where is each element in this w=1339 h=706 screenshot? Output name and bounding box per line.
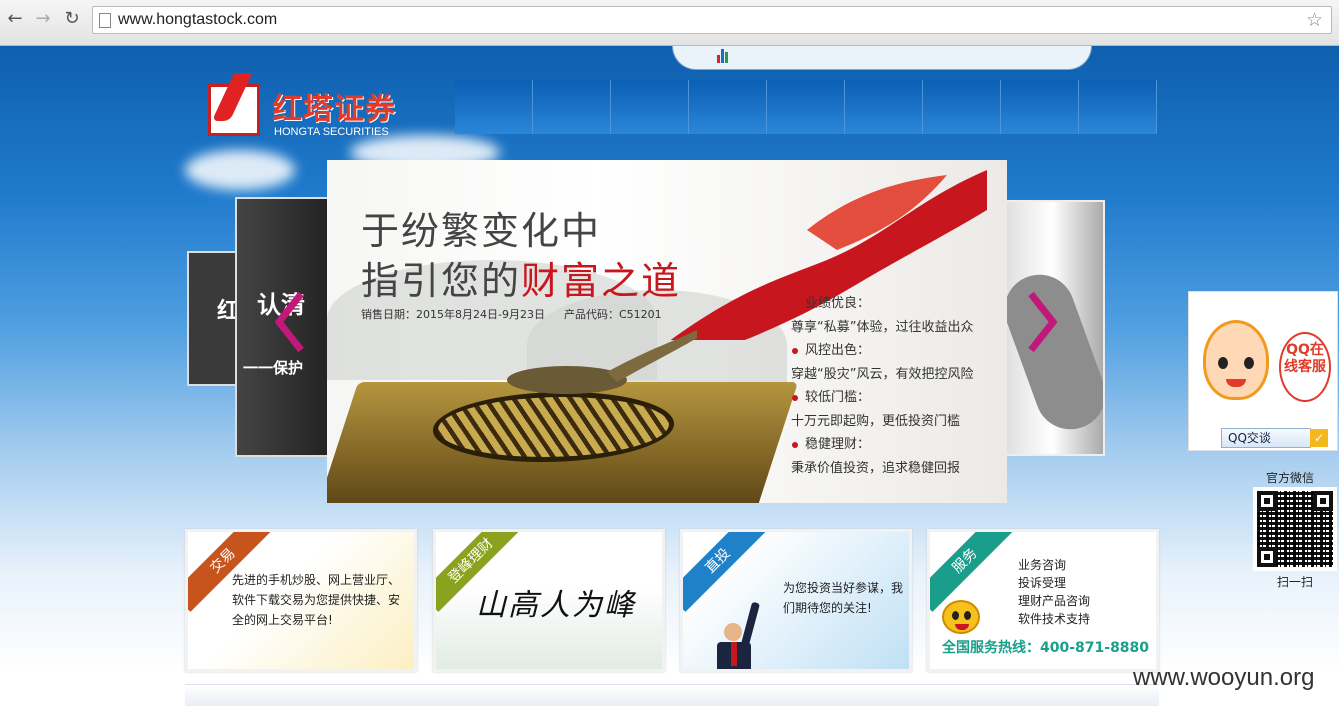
url-text[interactable]: www.hongtastock.com xyxy=(118,11,277,29)
main-nav xyxy=(455,80,1157,134)
card-description: 为您投资当好参谋，我们期待您的关注! xyxy=(783,581,904,615)
qq-bubble-text: QQ在线客服 xyxy=(1279,332,1331,402)
check-icon: ✓ xyxy=(1310,429,1328,447)
businessman-image xyxy=(717,602,760,669)
service-item[interactable]: 业务咨询 xyxy=(1018,556,1090,574)
card-investment[interactable]: 直投 为您投资当好参谋，我们期待您的关注! xyxy=(680,529,912,672)
service-hotline: 全国服务热线：400-871-8880 xyxy=(942,640,1150,656)
chart-icon xyxy=(717,49,729,63)
nav-item[interactable] xyxy=(611,80,689,134)
back-icon[interactable]: ← xyxy=(4,8,26,30)
top-toggle-tab[interactable] xyxy=(672,46,1092,70)
nav-item[interactable] xyxy=(845,80,923,134)
browser-toolbar: ← → ↻ www.hongtastock.com ☆ xyxy=(0,0,1339,46)
sale-date: 销售日期：2015年8月24日-9月23日 xyxy=(361,308,545,321)
feature-title: 稳健理财： xyxy=(791,433,1001,457)
hand-image xyxy=(1002,264,1103,440)
spoon-image xyxy=(507,330,697,394)
reload-icon[interactable]: ↻ xyxy=(61,8,83,30)
carousel-prev-arrow-icon[interactable] xyxy=(275,292,305,352)
footer-strip xyxy=(185,684,1159,706)
calligraphy-text: 山高人为峰 xyxy=(476,588,636,623)
feature-title: 业绩优良： xyxy=(791,292,1001,316)
nav-item[interactable] xyxy=(1001,80,1079,134)
nav-item[interactable] xyxy=(689,80,767,134)
carousel-next-arrow-icon[interactable] xyxy=(1027,292,1057,352)
feature-desc: 穿越“股灾”风云，有效把控风险 xyxy=(791,366,974,382)
card-description: 先进的手机炒股、网上营业厅、软件下载交易为您提供快捷、安全的网上交易平台! xyxy=(232,573,401,627)
headline-prefix: 指引您的 xyxy=(361,259,522,303)
nav-item[interactable] xyxy=(533,80,611,134)
card-service[interactable]: 服务 业务咨询 投诉受理 理财产品咨询 软件技术支持 全国服务热线：400-87… xyxy=(927,529,1159,672)
slide-headline-2: 指引您的财富之道 xyxy=(361,250,681,305)
feature-desc: 十万元即起购，更低投资门槛 xyxy=(791,413,961,429)
product-code: 产品代码：C51201 xyxy=(564,308,662,321)
nav-item[interactable] xyxy=(767,80,845,134)
compass-artwork xyxy=(327,382,799,503)
feature-list: 业绩优良： 尊享“私募”体验，过往收益出众 风控出色： 穿越“股灾”风云，有效把… xyxy=(791,292,1001,480)
logo-cn-text: 红塔证券 xyxy=(272,92,396,127)
service-item[interactable]: 投诉受理 xyxy=(1018,574,1090,592)
carousel-main-slide[interactable]: 于纷繁变化中 指引您的财富之道 销售日期：2015年8月24日-9月23日 产品… xyxy=(327,160,1007,503)
wechat-title: 官方微信 xyxy=(1266,471,1315,485)
service-list: 业务咨询 投诉受理 理财产品咨询 软件技术支持 xyxy=(1018,556,1090,628)
feature-title: 较低门槛： xyxy=(791,386,1001,410)
nav-item[interactable] xyxy=(1079,80,1157,134)
qq-chat-button[interactable]: QQ交谈 ✓ xyxy=(1221,428,1328,448)
card-wealth[interactable]: 登峰理财 山高人为峰 xyxy=(433,529,665,672)
forward-icon[interactable]: → xyxy=(32,8,54,30)
feature-desc: 尊享“私募”体验，过往收益出众 xyxy=(791,319,974,335)
feature-desc: 秉承价值投资，追求稳健回报 xyxy=(791,460,961,476)
smiley-icon xyxy=(942,600,980,634)
left-slide-subtitle: 一一保护 xyxy=(243,359,304,377)
cloud-decoration xyxy=(185,150,295,190)
logo-mark-icon xyxy=(208,84,260,136)
wechat-qr-code[interactable] xyxy=(1253,487,1337,571)
address-bar[interactable]: www.hongtastock.com ☆ xyxy=(92,6,1332,34)
service-girl-icon xyxy=(1203,320,1269,400)
qq-chat-label: QQ交谈 xyxy=(1228,431,1271,445)
bookmark-star-icon[interactable]: ☆ xyxy=(1306,9,1323,31)
watermark-text: www.wooyun.org xyxy=(1133,664,1315,691)
card-tag: 服务 xyxy=(930,532,1016,612)
qq-service-widget[interactable]: QQ在线客服 QQ交谈 ✓ xyxy=(1188,291,1338,451)
nav-item[interactable] xyxy=(455,80,533,134)
nav-item[interactable] xyxy=(923,80,1001,134)
slide-headline-1: 于纷繁变化中 xyxy=(361,209,602,253)
wechat-scan-label: 扫一扫 xyxy=(1277,575,1314,589)
feature-title: 风控出色： xyxy=(791,339,1001,363)
service-item[interactable]: 理财产品咨询 xyxy=(1018,592,1090,610)
service-item[interactable]: 软件技术支持 xyxy=(1018,610,1090,628)
logo-en-text: HONGTA SECURITIES xyxy=(274,126,389,138)
card-trade[interactable]: 交易 先进的手机炒股、网上营业厅、软件下载交易为您提供快捷、安全的网上交易平台! xyxy=(185,529,417,672)
site-logo[interactable]: 红塔证券 HONGTA SECURITIES xyxy=(208,74,398,140)
page-icon xyxy=(99,13,111,28)
